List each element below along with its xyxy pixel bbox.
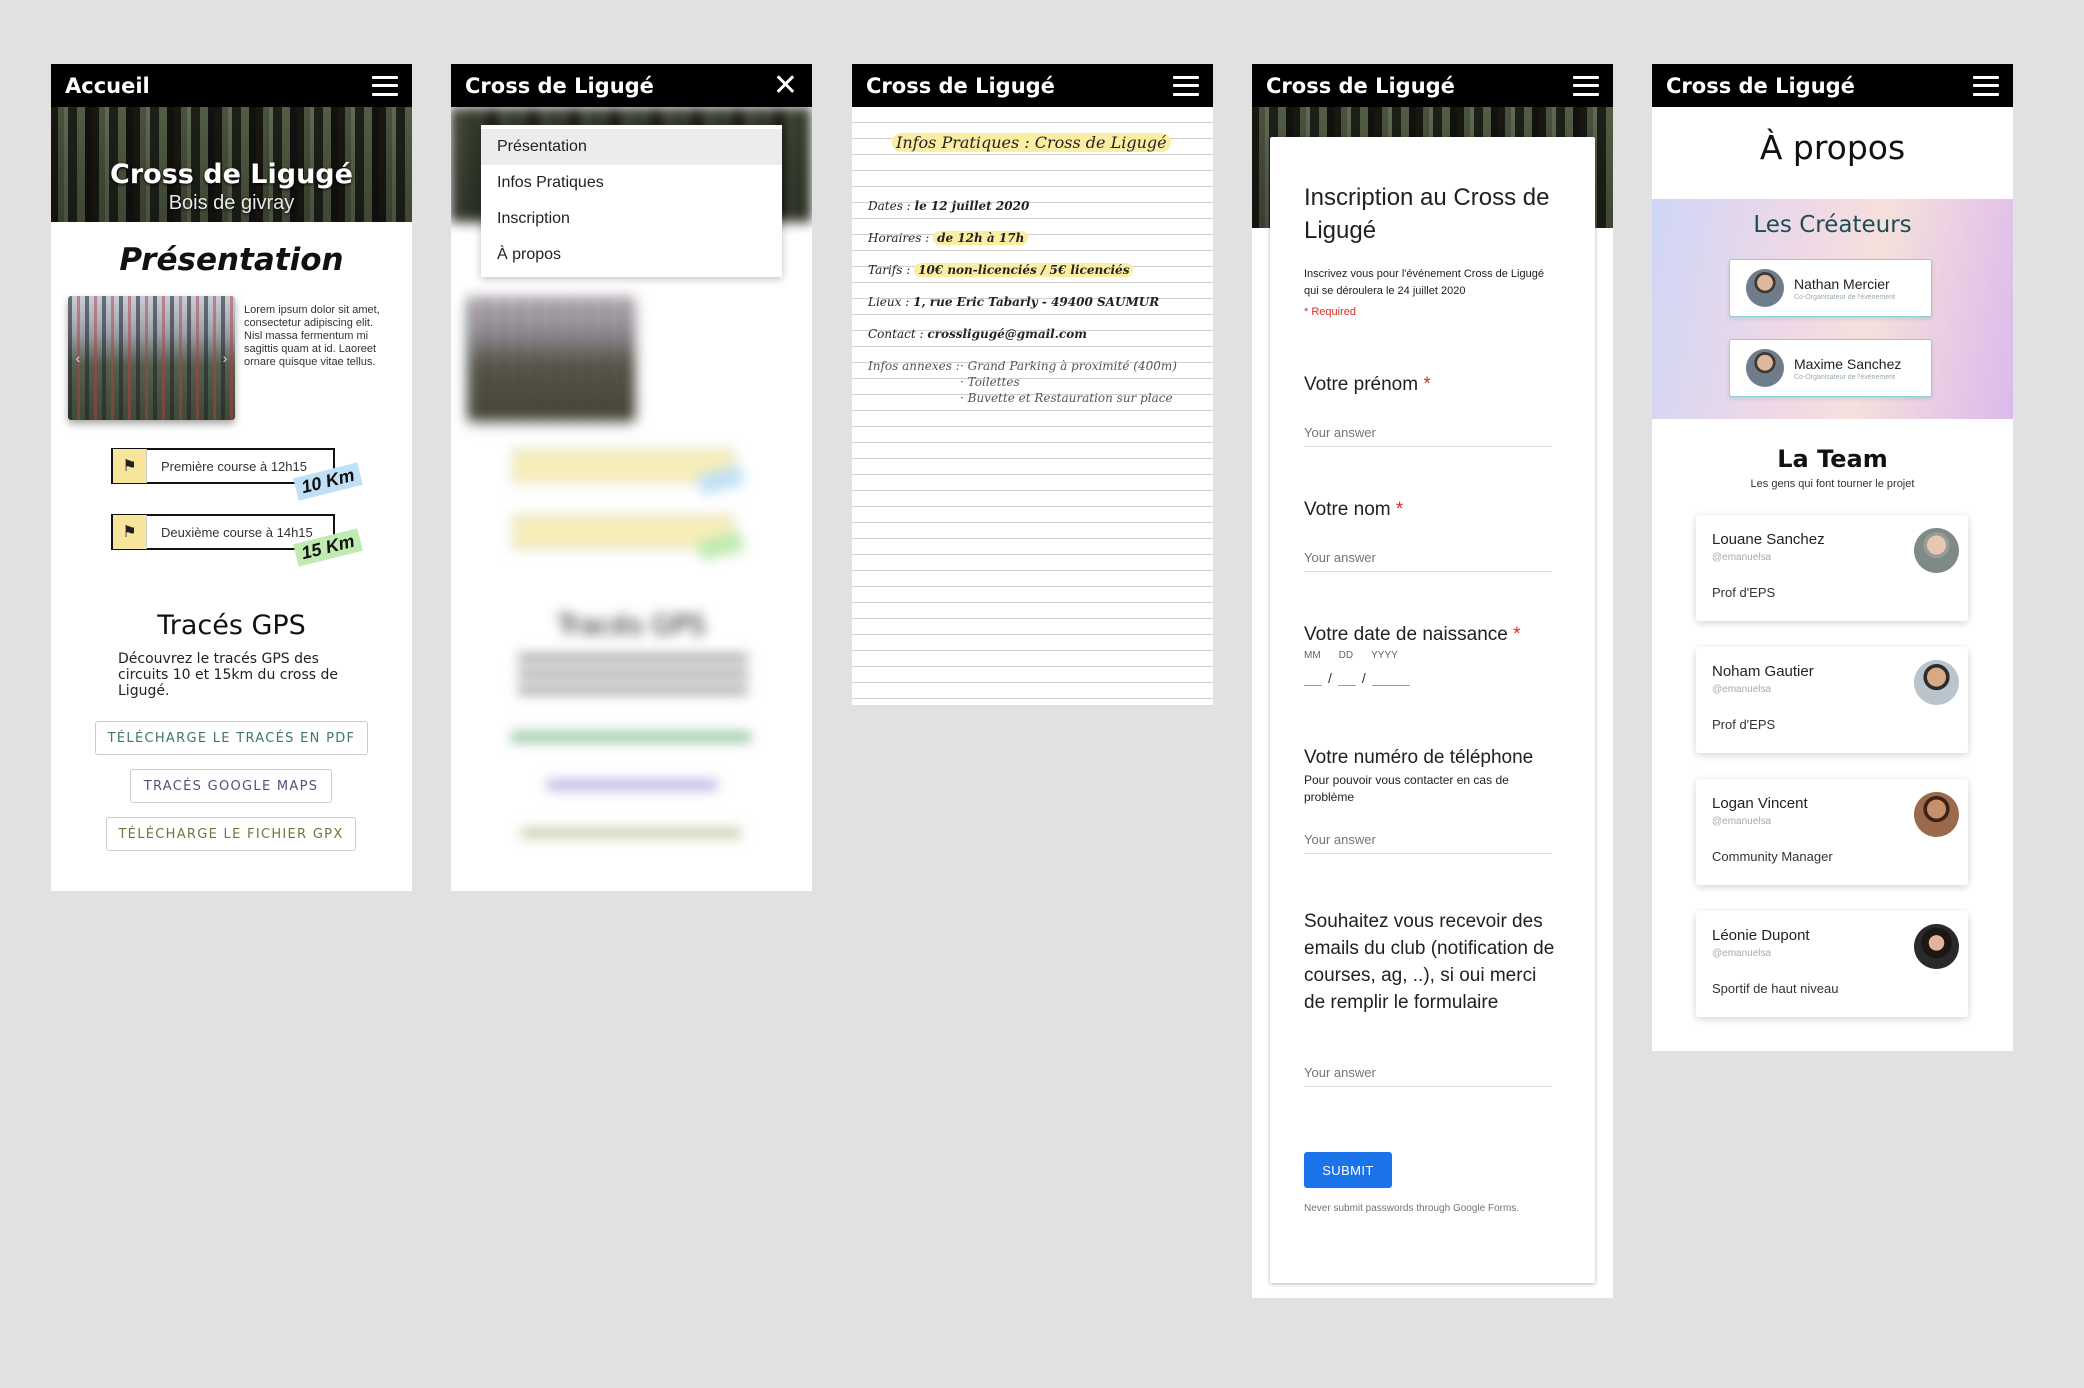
runners-photo-carousel[interactable]: ‹ › (68, 296, 235, 420)
carousel-next-icon[interactable]: › (219, 350, 231, 366)
infos-heading: Infos Pratiques : Cross de Ligugé (892, 133, 1171, 152)
creator-role: Co-Organisateur de l'événement (1794, 293, 1895, 301)
avatar (1746, 269, 1784, 307)
topbar-title: Cross de Ligugé (465, 73, 654, 98)
form-footer-note: Never submit passwords through Google Fo… (1304, 1203, 1520, 1214)
screen-menu-open: Cross de Ligugé ✕ Tracés GPS Présentatio… (451, 64, 812, 891)
team-member-card: Noham Gautier @emanuelsa Prof d'EPS (1696, 647, 1968, 753)
creator-name: Maxime Sanchez (1794, 355, 1902, 372)
screen-inscription: Cross de Ligugé Inscription au Cross de … (1252, 64, 1613, 1298)
screen-accueil: Accueil Cross de Ligugé Bois de givray P… (51, 64, 412, 891)
emails-input[interactable]: Your answer (1304, 1065, 1552, 1087)
lined-paper: Infos Pratiques : Cross de Ligugé Dates … (852, 107, 1213, 705)
close-icon[interactable]: ✕ (773, 70, 798, 101)
topbar-title: Cross de Ligugé (866, 73, 1055, 98)
required-note: * Required (1304, 306, 1356, 318)
creator-card: Nathan Mercier Co-Organisateur de l'évén… (1729, 259, 1932, 317)
menu-item-presentation[interactable]: Présentation (481, 129, 782, 165)
gps-title: Tracés GPS (157, 610, 306, 641)
info-annexe-item: · Grand Parking à proximité (400m) (960, 359, 1177, 373)
google-form-card: Inscription au Cross de Ligugé Inscrivez… (1270, 137, 1595, 1283)
creators-title: Les Créateurs (1753, 212, 1912, 238)
creators-section: Les Créateurs Nathan Mercier Co-Organisa… (1652, 199, 2013, 419)
team-member-card: Léonie Dupont @emanuelsa Sportif de haut… (1696, 911, 1968, 1017)
race-label: Première course à 12h15 (161, 458, 307, 474)
info-annexe-item: · Toilettes (960, 375, 1020, 389)
hamburger-menu-icon[interactable] (1973, 75, 1999, 96)
topbar-title: Accueil (65, 73, 150, 98)
info-annexe-item: · Buvette et Restauration sur place (960, 391, 1173, 405)
member-role: Sportif de haut niveau (1712, 981, 1839, 996)
month-input[interactable] (1304, 668, 1322, 686)
hero-subtitle: Bois de givray (168, 192, 295, 214)
nom-input[interactable]: Your answer (1304, 550, 1552, 572)
creator-role: Co-Organisateur de l'événement (1794, 373, 1895, 381)
hamburger-menu-icon[interactable] (1573, 75, 1599, 96)
top-bar: Cross de Ligugé ✕ (451, 64, 812, 107)
download-gpx-button[interactable]: TÉLÉCHARGE LE FICHIER GPX (106, 817, 356, 851)
question-nom: Votre nom * (1304, 499, 1404, 520)
creator-card: Maxime Sanchez Co-Organisateur de l'évén… (1729, 339, 1932, 397)
menu-item-infos-pratiques[interactable]: Infos Pratiques (481, 165, 782, 201)
prenom-input[interactable]: Your answer (1304, 425, 1552, 447)
info-line-tarifs: Tarifs : 10€ non-licenciés / 5€ licencié… (868, 263, 1134, 277)
team-member-card: Logan Vincent @emanuelsa Community Manag… (1696, 779, 1968, 885)
screen-infos-pratiques: Cross de Ligugé Infos Pratiques : Cross … (852, 64, 1213, 705)
info-line-lieux: Lieux : 1, rue Eric Tabarly - 49400 SAUM… (868, 295, 1160, 309)
runner-route-icon: ⚑ (113, 449, 147, 483)
member-role: Prof d'EPS (1712, 585, 1776, 600)
top-bar: Cross de Ligugé (1252, 64, 1613, 107)
member-role: Community Manager (1712, 849, 1833, 864)
topbar-title: Cross de Ligugé (1266, 73, 1455, 98)
screen-a-propos: Cross de Ligugé À propos Les Créateurs N… (1652, 64, 2013, 1051)
navigation-menu: Présentation Infos Pratiques Inscription… (481, 125, 782, 277)
download-pdf-button[interactable]: TÉLÉCHARGE LE TRACÉS EN PDF (95, 721, 368, 755)
info-line-dates: Dates : le 12 juillet 2020 (868, 199, 1030, 213)
date-input[interactable]: / / (1304, 668, 1410, 686)
team-title: La Team (1777, 445, 1888, 473)
hero-title: Cross de Ligugé (110, 159, 353, 190)
avatar (1914, 792, 1959, 837)
blurred-gps-title: Tracés GPS (557, 610, 706, 641)
info-annexes-label: Infos annexes : (868, 359, 960, 373)
info-line-horaires: Horaires : de 12h à 17h (868, 231, 1029, 245)
member-role: Prof d'EPS (1712, 717, 1776, 732)
question-emails: Souhaitez vous recevoir des emails du cl… (1304, 911, 1555, 1013)
avatar (1914, 528, 1959, 573)
section-title-presentation: Présentation (119, 242, 344, 278)
hamburger-menu-icon[interactable] (1173, 75, 1199, 96)
menu-item-inscription[interactable]: Inscription (481, 201, 782, 237)
avatar (1914, 660, 1959, 705)
avatar (1914, 924, 1959, 969)
creator-name: Nathan Mercier (1794, 275, 1890, 292)
gps-description: Découvrez le tracés GPS des circuits 10 … (118, 651, 339, 699)
race-label: Deuxième course à 14h15 (161, 524, 313, 540)
team-member-card: Louane Sanchez @emanuelsa Prof d'EPS (1696, 515, 1968, 621)
presentation-text: Lorem ipsum dolor sit amet, consectetur … (244, 304, 380, 368)
menu-item-a-propos[interactable]: À propos (481, 237, 782, 273)
date-field-labels: MM DD YYYY (1304, 650, 1398, 661)
team-subtitle: Les gens qui font tourner le projet (1750, 478, 1915, 490)
info-line-contact: Contact : crossligugé@gmail.com (868, 327, 1087, 341)
carousel-prev-icon[interactable]: ‹ (72, 350, 84, 366)
top-bar: Cross de Ligugé (1652, 64, 2013, 107)
topbar-title: Cross de Ligugé (1666, 73, 1855, 98)
form-title: Inscription au Cross de Ligugé (1304, 184, 1550, 244)
avatar (1746, 349, 1784, 387)
top-bar: Accueil (51, 64, 412, 107)
question-telephone: Votre numéro de téléphone (1304, 747, 1534, 768)
question-date-naissance: Votre date de naissance * (1304, 624, 1521, 645)
runner-route-icon: ⚑ (113, 515, 147, 549)
top-bar: Cross de Ligugé (852, 64, 1213, 107)
hamburger-menu-icon[interactable] (372, 75, 398, 96)
day-input[interactable] (1337, 668, 1356, 686)
form-description: Inscrivez vous pour l'événement Cross de… (1304, 268, 1544, 297)
page-title: À propos (1759, 128, 1906, 167)
question-prenom: Votre prénom * (1304, 374, 1431, 395)
submit-button[interactable]: SUBMIT (1304, 1152, 1392, 1188)
telephone-input[interactable]: Your answer (1304, 832, 1552, 854)
year-input[interactable] (1371, 668, 1410, 686)
question-telephone-help: Pour pouvoir vous contacter en cas de pr… (1304, 773, 1509, 804)
google-maps-button[interactable]: TRACÉS GOOGLE MAPS (130, 769, 332, 803)
